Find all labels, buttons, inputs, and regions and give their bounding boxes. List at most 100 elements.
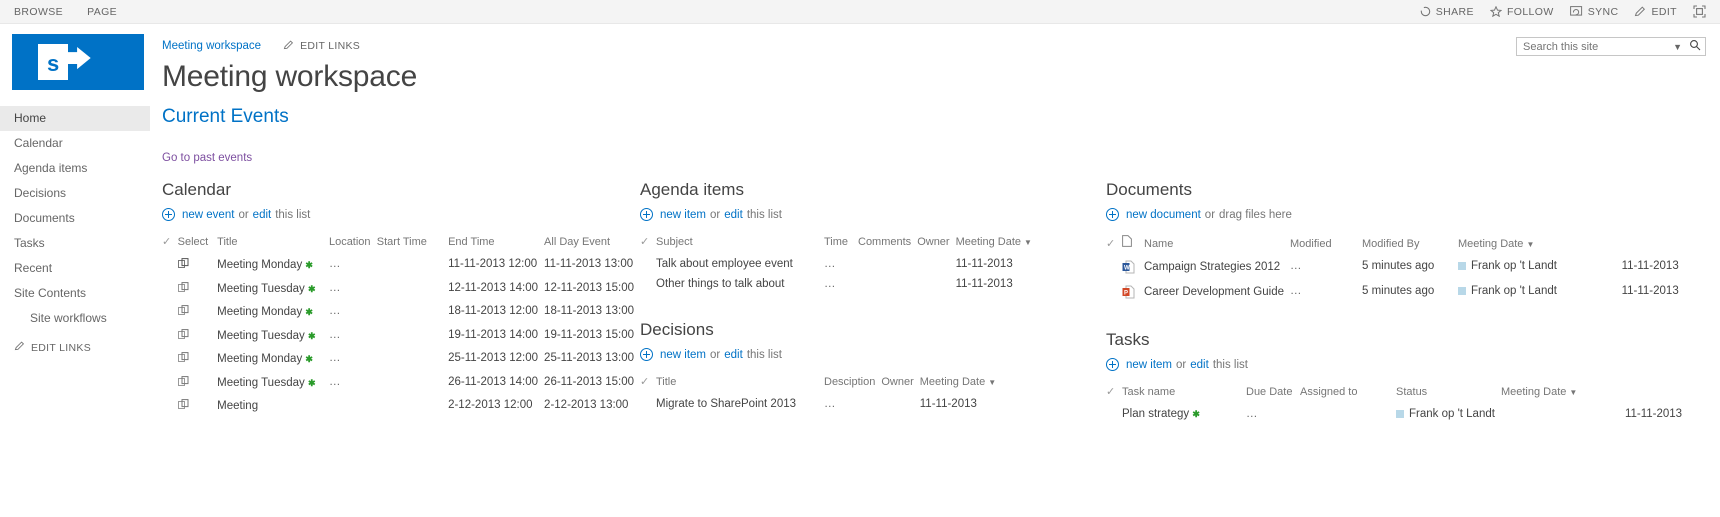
table-row[interactable]: P Career Development Guide … 5 minutes a… — [1106, 281, 1720, 306]
cell-title[interactable]: Migrate to SharePoint 2013 — [656, 394, 824, 414]
column-header-meeting-date[interactable]: Meeting Date ▼ — [956, 233, 1106, 254]
column-header-title[interactable]: Title — [656, 373, 824, 394]
edit-links-sidebar-button[interactable]: EDIT LINKS — [0, 331, 150, 359]
column-header-meeting-date[interactable]: Meeting Date ▼ — [1458, 233, 1622, 256]
cell-assigned-to[interactable]: Frank op 't Landt — [1396, 404, 1501, 424]
cell-name[interactable]: Career Development Guide — [1144, 281, 1290, 306]
sidebar-item-recent[interactable]: Recent — [0, 256, 150, 281]
search-input[interactable] — [1521, 39, 1661, 54]
row-select-icon[interactable] — [177, 254, 218, 278]
row-ellipsis-menu[interactable]: … — [1290, 256, 1362, 281]
table-row[interactable]: Meeting Monday ✱ … 18-11-2013 12:00 18-1… — [162, 301, 640, 325]
column-header-all-day-event[interactable]: All Day Event — [544, 233, 640, 254]
table-row[interactable]: Talk about employee event … 11-11-2013 — [640, 254, 1106, 274]
sidebar-item-site-workflows[interactable]: Site workflows — [0, 306, 150, 331]
cell-title[interactable]: Meeting Monday ✱ — [217, 301, 329, 325]
row-select-icon[interactable] — [177, 395, 218, 419]
new-item-link[interactable]: new item — [660, 209, 706, 221]
share-button[interactable]: SHARE — [1420, 6, 1474, 18]
table-row[interactable]: Meeting Tuesday ✱ … 26-11-2013 14:00 26-… — [162, 372, 640, 396]
search-box[interactable]: ▼ — [1516, 37, 1706, 56]
row-select-icon[interactable] — [177, 372, 218, 396]
cell-title[interactable]: Meeting Tuesday ✱ — [217, 278, 329, 302]
cell-modified-by[interactable]: Frank op 't Landt — [1458, 256, 1622, 281]
row-ellipsis-menu[interactable] — [329, 395, 377, 419]
column-header-status[interactable]: Status — [1396, 383, 1501, 404]
chevron-down-icon[interactable]: ▼ — [1673, 42, 1682, 52]
cell-title[interactable]: Meeting Tuesday ✱ — [217, 325, 329, 349]
column-header-due-date[interactable]: Due Date — [1246, 383, 1300, 404]
column-header-file-type[interactable] — [1122, 233, 1144, 256]
row-ellipsis-menu[interactable]: … — [329, 278, 377, 302]
column-header-location[interactable]: Location — [329, 233, 377, 254]
cell-title[interactable]: Meeting Monday ✱ — [217, 254, 329, 278]
breadcrumb-link-meeting-workspace[interactable]: Meeting workspace — [162, 40, 261, 52]
column-header-modified-by[interactable]: Modified By — [1362, 233, 1458, 256]
column-header-time[interactable]: Time — [824, 233, 858, 254]
table-row[interactable]: Other things to talk about … 11-11-2013 — [640, 274, 1106, 294]
column-header-title[interactable]: Title — [217, 233, 329, 254]
row-select-icon[interactable] — [177, 348, 218, 372]
cell-name[interactable]: Campaign Strategies 2012 — [1144, 256, 1290, 281]
table-row[interactable]: Meeting Monday ✱ … 25-11-2013 12:00 25-1… — [162, 348, 640, 372]
column-header-subject[interactable]: Subject — [656, 233, 824, 254]
row-select-icon[interactable] — [177, 325, 218, 349]
table-row[interactable]: Meeting Monday ✱ … 11-11-2013 12:00 11-1… — [162, 254, 640, 278]
cell-modified-by[interactable]: Frank op 't Landt — [1458, 281, 1622, 306]
column-header-select[interactable]: Select — [178, 233, 218, 254]
sidebar-item-site-contents[interactable]: Site Contents — [0, 281, 150, 306]
cell-subject[interactable]: Talk about employee event — [656, 254, 824, 274]
cell-title[interactable]: Meeting — [217, 395, 329, 419]
edit-list-link[interactable]: edit — [253, 209, 272, 221]
row-ellipsis-menu[interactable]: … — [329, 254, 377, 278]
select-all-checkmark[interactable]: ✓ — [162, 233, 178, 254]
column-header-owner[interactable]: Owner — [917, 233, 955, 254]
sidebar-item-agenda-items[interactable]: Agenda items — [0, 156, 150, 181]
select-all-checkmark[interactable]: ✓ — [1106, 233, 1122, 256]
follow-button[interactable]: FOLLOW — [1489, 6, 1554, 18]
ribbon-tab-page[interactable]: PAGE — [87, 6, 117, 18]
column-header-meeting-date[interactable]: Meeting Date ▼ — [920, 373, 1106, 394]
column-header-owner[interactable]: Owner — [881, 373, 919, 394]
sidebar-item-home[interactable]: Home — [0, 106, 150, 131]
sync-button[interactable]: SYNC — [1569, 6, 1619, 18]
row-select-icon[interactable] — [177, 278, 218, 302]
table-row[interactable]: W Campaign Strategies 2012 … 5 minutes a… — [1106, 256, 1720, 281]
select-all-checkmark[interactable]: ✓ — [640, 373, 656, 394]
ribbon-tab-browse[interactable]: BROWSE — [14, 6, 63, 18]
column-header-desciption[interactable]: Desciption — [824, 373, 881, 394]
column-header-name[interactable]: Name — [1144, 233, 1290, 256]
column-header-modified[interactable]: Modified — [1290, 233, 1362, 256]
column-header-end-time[interactable]: End Time — [448, 233, 544, 254]
new-event-link[interactable]: new event — [182, 209, 234, 221]
row-ellipsis-menu[interactable]: … — [329, 325, 377, 349]
cell-task-name[interactable]: Plan strategy ✱ — [1122, 404, 1246, 424]
column-header-assigned-to[interactable]: Assigned to — [1300, 383, 1396, 404]
edit-list-link[interactable]: edit — [724, 349, 743, 361]
cell-title[interactable]: Meeting Tuesday ✱ — [217, 372, 329, 396]
focus-on-content-button[interactable] — [1693, 5, 1706, 18]
column-header-meeting-date[interactable]: Meeting Date ▼ — [1501, 383, 1625, 404]
table-row[interactable]: Migrate to SharePoint 2013 … 11-11-2013 — [640, 394, 1106, 414]
select-all-checkmark[interactable]: ✓ — [640, 233, 656, 254]
select-all-checkmark[interactable]: ✓ — [1106, 383, 1122, 404]
row-select-icon[interactable] — [177, 301, 218, 325]
go-to-past-events-link[interactable]: Go to past events — [162, 152, 252, 164]
column-header-task-name[interactable]: Task name — [1122, 383, 1246, 404]
new-document-link[interactable]: new document — [1126, 209, 1201, 221]
row-ellipsis-menu[interactable]: … — [824, 254, 858, 274]
row-ellipsis-menu[interactable]: … — [329, 372, 377, 396]
cell-title[interactable]: Meeting Monday ✱ — [217, 348, 329, 372]
cell-subject[interactable]: Other things to talk about — [656, 274, 824, 294]
edit-list-link[interactable]: edit — [1190, 359, 1209, 371]
sidebar-item-documents[interactable]: Documents — [0, 206, 150, 231]
row-ellipsis-menu[interactable]: … — [329, 301, 377, 325]
row-ellipsis-menu[interactable]: … — [1290, 281, 1362, 306]
edit-list-link[interactable]: edit — [724, 209, 743, 221]
new-item-link[interactable]: new item — [660, 349, 706, 361]
table-row[interactable]: Plan strategy ✱ … Frank op 't Landt 11-1… — [1106, 404, 1720, 424]
search-icon[interactable] — [1689, 38, 1701, 56]
sidebar-item-tasks[interactable]: Tasks — [0, 231, 150, 256]
sidebar-item-calendar[interactable]: Calendar — [0, 131, 150, 156]
sidebar-item-decisions[interactable]: Decisions — [0, 181, 150, 206]
